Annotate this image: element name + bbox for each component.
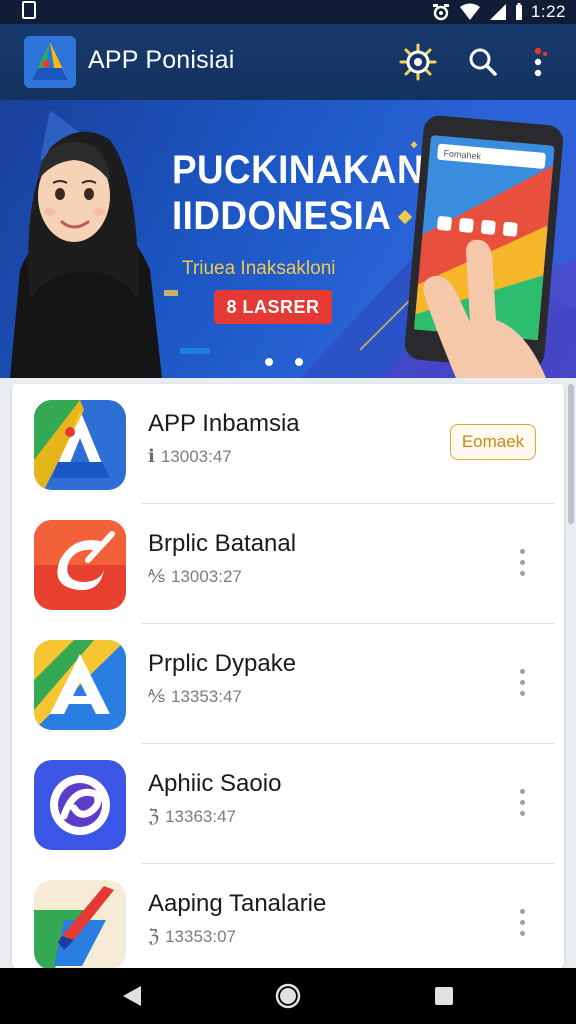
navigation-bar <box>0 968 576 1024</box>
list-item[interactable]: Brplic Batanal ⅍ 13003:27 <box>12 504 564 624</box>
list-item[interactable]: APP Inbamsia ℹ 13003:47 Eomaek <box>12 384 564 504</box>
notification-icon <box>22 1 36 19</box>
status-time: 1:22 <box>530 2 566 21</box>
app-meta-value: 13363:47 <box>165 806 236 826</box>
app-meta: ℨ 13363:47 <box>148 806 236 827</box>
home-button[interactable] <box>268 976 308 1016</box>
phone-screen: 1:22 APP Ponisiai PUCKINAKAN IIDDONESIA … <box>0 0 576 1024</box>
back-icon <box>123 986 141 1006</box>
app-title: APP Ponisiai <box>88 46 235 74</box>
alarm-icon <box>432 4 449 21</box>
settings-button[interactable] <box>394 38 442 86</box>
info-icon: ℨ <box>148 926 160 946</box>
banner-pagination <box>265 358 303 366</box>
info-icon: ℹ <box>148 446 155 466</box>
info-icon: ⅍ <box>148 566 165 586</box>
battery-icon <box>515 3 522 20</box>
phone-illustration: Fomahek <box>404 115 564 378</box>
app-a-icon <box>34 400 126 490</box>
app-name: Aphiic Saoio <box>148 770 282 797</box>
app-meta-value: 13003:47 <box>160 446 232 466</box>
app-meta-value: 13353:07 <box>165 926 236 946</box>
more-vert-icon <box>534 47 548 77</box>
search-icon <box>469 48 497 76</box>
promo-banner[interactable]: PUCKINAKAN IIDDONESIA Triuea Inaksakloni… <box>0 100 576 378</box>
yellow-a-icon <box>34 640 126 730</box>
app-logo-icon <box>24 36 76 88</box>
list-item[interactable]: Aaping Tanalarie ℨ 13353:07 <box>12 864 564 968</box>
more-options-button[interactable] <box>508 538 536 586</box>
more-options-button[interactable] <box>508 898 536 946</box>
signal-icon <box>489 4 506 20</box>
pagination-dot[interactable] <box>295 358 303 366</box>
wifi-icon <box>459 3 480 20</box>
rocket-icon <box>34 880 126 968</box>
app-meta-value: 13353:47 <box>170 686 242 706</box>
app-meta-value: 13003:27 <box>170 566 242 586</box>
recent-apps-icon <box>435 987 453 1005</box>
more-options-button[interactable] <box>508 778 536 826</box>
scrollbar[interactable] <box>568 384 574 524</box>
red-swirl-icon <box>34 520 126 610</box>
list-item[interactable]: Aphiic Saoio ℨ 13363:47 <box>12 744 564 864</box>
home-icon <box>275 983 301 1009</box>
app-meta: ⅍ 13353:47 <box>148 686 242 707</box>
list-item[interactable]: Prplic Dypake ⅍ 13353:47 <box>12 624 564 744</box>
recent-apps-button[interactable] <box>424 976 464 1016</box>
app-name: Brplic Batanal <box>148 530 297 557</box>
search-button[interactable] <box>459 38 507 86</box>
app-name: APP Inbamsia <box>148 410 300 437</box>
banner-cta-button[interactable]: 8 LASRER <box>214 290 332 324</box>
info-icon: ℨ <box>148 806 160 826</box>
install-button[interactable]: Eomaek <box>450 424 536 460</box>
app-meta: ℨ 13353:07 <box>148 926 236 947</box>
app-list: APP Inbamsia ℹ 13003:47 Eomaek Brplic Ba… <box>12 384 564 968</box>
overflow-menu-button[interactable] <box>516 38 564 86</box>
app-meta: ⅍ 13003:27 <box>148 566 242 587</box>
banner-title-line2: IIDDONESIA <box>172 194 392 238</box>
status-bar: 1:22 <box>0 0 576 24</box>
pagination-dot[interactable] <box>265 358 273 366</box>
info-icon: ⅍ <box>148 686 165 706</box>
app-name: Aaping Tanalarie <box>148 890 327 917</box>
banner-subtitle: Triuea Inaksakloni <box>182 258 336 279</box>
app-bar: APP Ponisiai <box>0 24 576 100</box>
purple-swirl-icon <box>34 760 126 850</box>
more-options-button[interactable] <box>508 658 536 706</box>
back-button[interactable] <box>112 976 152 1016</box>
app-meta: ℹ 13003:47 <box>148 446 232 467</box>
banner-title-line1: PUCKINAKAN <box>172 148 424 192</box>
woman-illustration <box>10 131 162 378</box>
gear-icon <box>399 43 437 81</box>
app-name: Prplic Dypake <box>148 650 297 677</box>
